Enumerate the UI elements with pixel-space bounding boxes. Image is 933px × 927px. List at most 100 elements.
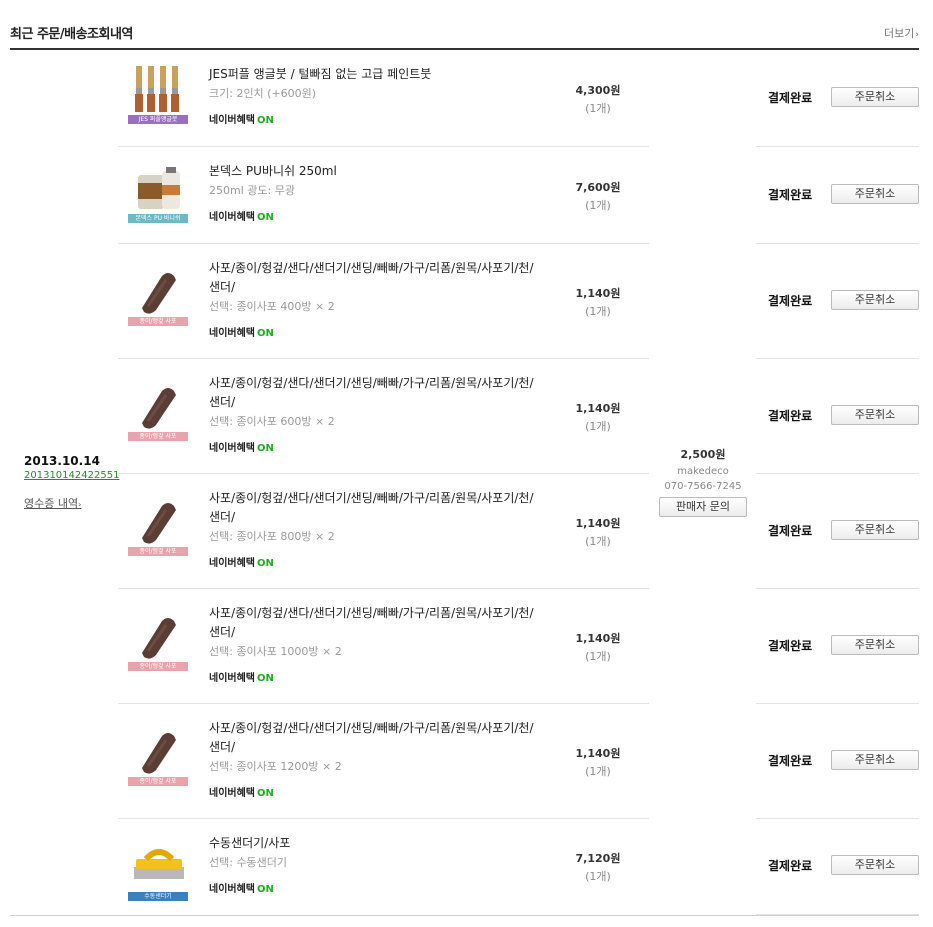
product-name[interactable]: 본덱스 PU바니쉬 250ml bbox=[209, 162, 539, 181]
product-info: 사포/종이/헝겊/샌다/샌더기/샌딩/빼빠/가구/리폼/원목/사포기/천/샌더/… bbox=[209, 604, 539, 684]
cancel-order-button[interactable]: 주문취소 bbox=[831, 184, 919, 204]
price-cell: 4,300원 (1개) bbox=[568, 82, 628, 116]
payment-status: 결제완료 bbox=[768, 524, 813, 538]
product-thumbnail[interactable]: 종이/헝겊 사포 bbox=[128, 494, 190, 556]
price-cell: 1,140원 (1개) bbox=[568, 515, 628, 549]
benefit-label: 네이버혜택 bbox=[209, 443, 255, 454]
item-quantity: (1개) bbox=[585, 420, 611, 433]
thumbnail-tag: 종이/헝겊 사포 bbox=[128, 432, 188, 441]
order-item-row: 종이/헝겊 사포 사포/종이/헝겊/샌다/샌더기/샌딩/빼빠/가구/리폼/원목/사… bbox=[118, 589, 919, 704]
power-on-icon: ON bbox=[257, 788, 274, 799]
order-number-link[interactable]: 2013101424225​51 bbox=[24, 470, 119, 481]
product-name[interactable]: 수동샌더기/사포 bbox=[209, 834, 539, 853]
power-on-icon: ON bbox=[257, 558, 274, 569]
cancel-order-button[interactable]: 주문취소 bbox=[831, 87, 919, 107]
product-info: 사포/종이/헝겊/샌다/샌더기/샌딩/빼빠/가구/리폼/원목/사포기/천/샌더/… bbox=[209, 374, 539, 454]
naver-benefit-badge: 네이버혜택 ON bbox=[209, 784, 539, 799]
payment-status: 결제완료 bbox=[768, 859, 813, 873]
product-option: 선택: 종이사포 1200방 × 2 bbox=[209, 760, 342, 773]
thumbnail-tag: 수동샌더기 bbox=[128, 892, 188, 901]
naver-benefit-badge: 네이버혜택 ON bbox=[209, 324, 539, 339]
cancel-order-button[interactable]: 주문취소 bbox=[831, 635, 919, 655]
payment-status: 결제완료 bbox=[768, 639, 813, 653]
more-label: 더보기 bbox=[884, 27, 915, 40]
order-item-row: 본덱스 PU 바니쉬 본덱스 PU바니쉬 250ml 250ml 광도: 무광네이버… bbox=[118, 147, 919, 244]
cancel-order-button[interactable]: 주문취소 bbox=[831, 290, 919, 310]
bottom-divider bbox=[10, 915, 919, 916]
cancel-order-button[interactable]: 주문취소 bbox=[831, 405, 919, 425]
item-price: 1,140원 bbox=[575, 287, 621, 300]
thumbnail-tag: 본덱스 PU 바니쉬 bbox=[128, 214, 188, 223]
product-name[interactable]: 사포/종이/헝겊/샌다/샌더기/샌딩/빼빠/가구/리폼/원목/사포기/천/샌더/ bbox=[209, 604, 539, 642]
item-price: 1,140원 bbox=[575, 632, 621, 645]
benefit-label: 네이버혜택 bbox=[209, 673, 255, 684]
product-name[interactable]: JES퍼플 앵글붓 / 털빠짐 없는 고급 페인트붓 bbox=[209, 65, 539, 84]
product-thumbnail[interactable]: 종이/헝겊 사포 bbox=[128, 264, 190, 326]
product-info: JES퍼플 앵글붓 / 털빠짐 없는 고급 페인트붓크기: 2인치 (+600원… bbox=[209, 65, 539, 126]
receipt-label: 영수증 내역 bbox=[24, 497, 79, 510]
order-item-row: 종이/헝겊 사포 사포/종이/헝겊/샌다/샌더기/샌딩/빼빠/가구/리폼/원목/사… bbox=[118, 704, 919, 819]
price-cell: 7,600원 (1개) bbox=[568, 179, 628, 213]
benefit-label: 네이버혜택 bbox=[209, 328, 255, 339]
benefit-label: 네이버혜택 bbox=[209, 115, 255, 126]
price-cell: 1,140원 (1개) bbox=[568, 630, 628, 664]
price-cell: 1,140원 (1개) bbox=[568, 400, 628, 434]
product-name[interactable]: 사포/종이/헝겊/샌다/샌더기/샌딩/빼빠/가구/리폼/원목/사포기/천/샌더/ bbox=[209, 489, 539, 527]
item-quantity: (1개) bbox=[585, 199, 611, 212]
power-on-icon: ON bbox=[257, 328, 274, 339]
price-cell: 7,120원 (1개) bbox=[568, 850, 628, 884]
orders-header: 최근 주문/배송조회내역 더보기› bbox=[10, 14, 919, 50]
item-price: 7,600원 bbox=[575, 181, 621, 194]
benefit-label: 네이버혜택 bbox=[209, 212, 255, 223]
product-option: 선택: 종이사포 400방 × 2 bbox=[209, 300, 335, 313]
thumbnail-tag: 종이/헝겊 사포 bbox=[128, 777, 188, 786]
item-price: 4,300원 bbox=[575, 84, 621, 97]
product-name[interactable]: 사포/종이/헝겊/샌다/샌더기/샌딩/빼빠/가구/리폼/원목/사포기/천/샌더/ bbox=[209, 374, 539, 412]
product-option: 선택: 종이사포 600방 × 2 bbox=[209, 415, 335, 428]
power-on-icon: ON bbox=[257, 212, 274, 223]
item-quantity: (1개) bbox=[585, 650, 611, 663]
more-link[interactable]: 더보기› bbox=[884, 25, 919, 41]
product-option: 크기: 2인치 (+600원) bbox=[209, 87, 317, 100]
naver-benefit-badge: 네이버혜택 ON bbox=[209, 880, 539, 895]
thumbnail-tag: JES 퍼플앵글붓 bbox=[128, 115, 188, 124]
product-thumbnail[interactable]: 종이/헝겊 사포 bbox=[128, 609, 190, 671]
product-info: 사포/종이/헝겊/샌다/샌더기/샌딩/빼빠/가구/리폼/원목/사포기/천/샌더/… bbox=[209, 489, 539, 569]
power-on-icon: ON bbox=[257, 673, 274, 684]
power-on-icon: ON bbox=[257, 884, 274, 895]
naver-benefit-badge: 네이버혜택 ON bbox=[209, 208, 539, 223]
item-price: 1,140원 bbox=[575, 747, 621, 760]
product-name[interactable]: 사포/종이/헝겊/샌다/샌더기/샌딩/빼빠/가구/리폼/원목/사포기/천/샌더/ bbox=[209, 259, 539, 297]
product-option: 선택: 종이사포 800방 × 2 bbox=[209, 530, 335, 543]
product-thumbnail[interactable]: JES 퍼플앵글붓 bbox=[128, 62, 190, 124]
product-option: 선택: 종이사포 1000방 × 2 bbox=[209, 645, 342, 658]
cancel-order-button[interactable]: 주문취소 bbox=[831, 855, 919, 875]
product-name[interactable]: 사포/종이/헝겊/샌다/샌더기/샌딩/빼빠/가구/리폼/원목/사포기/천/샌더/ bbox=[209, 719, 539, 757]
order-item-row: JES 퍼플앵글붓 JES퍼플 앵글붓 / 털빠짐 없는 고급 페인트붓크기: 2… bbox=[118, 50, 919, 147]
order-date-column: 2013.10.14 2013101424225​51 영수증 내역› bbox=[24, 454, 119, 511]
item-quantity: (1개) bbox=[585, 765, 611, 778]
product-info: 사포/종이/헝겊/샌다/샌더기/샌딩/빼빠/가구/리폼/원목/사포기/천/샌더/… bbox=[209, 259, 539, 339]
naver-benefit-badge: 네이버혜택 ON bbox=[209, 111, 539, 126]
item-quantity: (1개) bbox=[585, 305, 611, 318]
naver-benefit-badge: 네이버혜택 ON bbox=[209, 669, 539, 684]
order-item-row: 종이/헝겊 사포 사포/종이/헝겊/샌다/샌더기/샌딩/빼빠/가구/리폼/원목/사… bbox=[118, 244, 919, 359]
payment-status: 결제완료 bbox=[768, 188, 813, 202]
cancel-order-button[interactable]: 주문취소 bbox=[831, 750, 919, 770]
product-thumbnail[interactable]: 종이/헝겊 사포 bbox=[128, 724, 190, 786]
product-thumbnail[interactable]: 종이/헝겊 사포 bbox=[128, 379, 190, 441]
naver-benefit-badge: 네이버혜택 ON bbox=[209, 554, 539, 569]
naver-benefit-badge: 네이버혜택 ON bbox=[209, 439, 539, 454]
product-thumbnail[interactable]: 본덱스 PU 바니쉬 bbox=[128, 161, 190, 223]
product-option: 선택: 수동샌더기 bbox=[209, 856, 288, 869]
item-price: 1,140원 bbox=[575, 402, 621, 415]
product-thumbnail[interactable]: 수동샌더기 bbox=[128, 839, 190, 901]
product-info: 사포/종이/헝겊/샌다/샌더기/샌딩/빼빠/가구/리폼/원목/사포기/천/샌더/… bbox=[209, 719, 539, 799]
item-price: 1,140원 bbox=[575, 517, 621, 530]
benefit-label: 네이버혜택 bbox=[209, 788, 255, 799]
product-option: 250ml 광도: 무광 bbox=[209, 184, 295, 197]
price-cell: 1,140원 (1개) bbox=[568, 285, 628, 319]
receipt-link[interactable]: 영수증 내역› bbox=[24, 495, 119, 511]
cancel-order-button[interactable]: 주문취소 bbox=[831, 520, 919, 540]
item-quantity: (1개) bbox=[585, 102, 611, 115]
